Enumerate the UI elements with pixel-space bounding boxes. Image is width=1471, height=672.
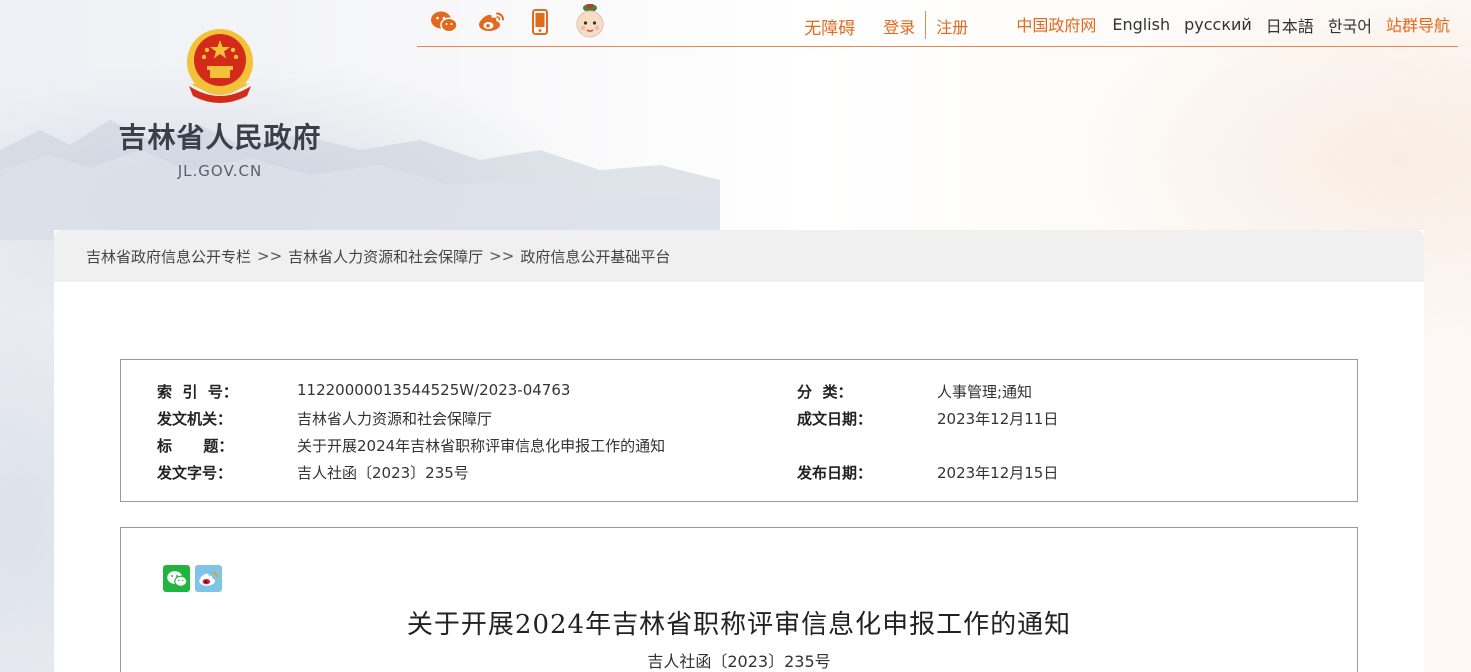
title-label: 标 题：	[157, 437, 234, 455]
article-title: 关于开展2024年吉林省职称评审信息化申报工作的通知	[406, 610, 1072, 640]
issuer-label: 发文机关：	[157, 410, 233, 428]
accessibility-link[interactable]: 无障碍	[804, 14, 855, 39]
wechat-icon[interactable]	[429, 7, 459, 37]
meta-row: 索 引 号： 11220000013544525W/2023-04763 分 类…	[121, 381, 1357, 407]
login-link[interactable]: 登录	[883, 14, 915, 38]
title-value: 关于开展2024年吉林省职称评审信息化申报工作的通知	[297, 437, 666, 455]
breadcrumb-item-hrss-dept[interactable]: 吉林省人力资源和社会保障厅	[288, 246, 483, 267]
meta-row: 标 题： 关于开展2024年吉林省职称评审信息化申报工作的通知	[121, 435, 1357, 461]
site-domain: JL.GOV.CN	[177, 162, 263, 180]
breadcrumb: 吉林省政府信息公开专栏 >> 吉林省人力资源和社会保障厅 >> 政府信息公开基础…	[54, 230, 1424, 282]
category-label: 分 类：	[797, 383, 853, 401]
publish-date-label: 发布日期：	[797, 464, 873, 482]
breadcrumb-item-platform[interactable]: 政府信息公开基础平台	[520, 246, 670, 267]
national-emblem-icon[interactable]	[183, 26, 257, 104]
meta-row: 发文字号： 吉人社函〔2023〕235号 发布日期： 2023年12月15日	[121, 462, 1357, 488]
breadcrumb-item-info-column[interactable]: 吉林省政府信息公开专栏	[86, 246, 251, 267]
doc-no-label: 发文字号：	[157, 464, 233, 482]
doc-no-value: 吉人社函〔2023〕235号	[297, 464, 469, 482]
header-share-icons	[429, 4, 625, 40]
article-share-icons	[163, 565, 227, 592]
top-bar: 无障碍 登录 注册 中国政府网 English русский 日本語 한국어 …	[417, 0, 1458, 47]
meta-row: 发文机关： 吉林省人力资源和社会保障厅 成文日期： 2023年12月11日	[121, 408, 1357, 434]
article-content: 关于开展2024年吉林省职称评审信息化申报工作的通知 吉人社函〔2023〕235…	[120, 527, 1358, 672]
category-value: 人事管理;通知	[937, 383, 1033, 401]
site-group-nav-link[interactable]: 站群导航	[1386, 12, 1450, 36]
weibo-icon[interactable]	[195, 565, 222, 592]
document-meta-table: 索 引 号： 11220000013544525W/2023-04763 分 类…	[120, 359, 1358, 502]
breadcrumb-separator: >>	[489, 247, 515, 265]
created-date-label: 成文日期：	[797, 410, 873, 428]
issuer-value: 吉林省人力资源和社会保障厅	[297, 410, 493, 428]
register-link[interactable]: 注册	[936, 14, 968, 38]
breadcrumb-separator: >>	[257, 247, 283, 265]
lang-english-link[interactable]: English	[1112, 15, 1170, 34]
nav-divider	[925, 10, 927, 39]
lang-japanese-link[interactable]: 日本語	[1266, 13, 1314, 37]
mascot-icon[interactable]	[573, 2, 607, 40]
article-doc-number: 吉人社函〔2023〕235号	[647, 652, 831, 671]
index-no-value: 11220000013544525W/2023-04763	[297, 381, 571, 399]
lang-russian-link[interactable]: русский	[1184, 15, 1252, 34]
wechat-icon[interactable]	[163, 565, 190, 592]
mobile-icon[interactable]	[525, 7, 555, 37]
top-nav: 无障碍 登录 注册 中国政府网 English русский 日本語 한국어 …	[804, 10, 1450, 39]
site-title[interactable]: 吉林省人民政府	[0, 116, 440, 156]
weibo-icon[interactable]	[477, 7, 507, 37]
created-date-value: 2023年12月11日	[937, 410, 1059, 428]
lang-korean-link[interactable]: 한국어	[1328, 13, 1372, 37]
publish-date-value: 2023年12月15日	[937, 464, 1059, 482]
index-no-label: 索 引 号：	[157, 383, 238, 401]
gov-portal-link[interactable]: 中国政府网	[1016, 12, 1096, 36]
